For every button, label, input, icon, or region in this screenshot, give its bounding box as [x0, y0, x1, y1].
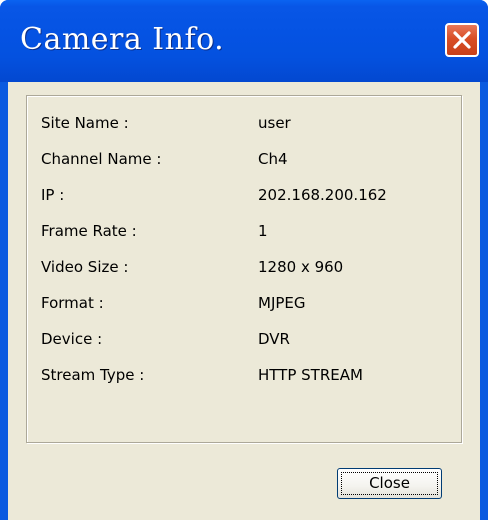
site-name-label: Site Name : [41, 114, 129, 132]
stream-type-label: Stream Type : [41, 366, 145, 384]
channel-name-value: Ch4 [258, 150, 288, 168]
format-label: Format : [41, 294, 104, 312]
channel-name-label: Channel Name : [41, 150, 162, 168]
info-row-video-size: Video Size : 1280 x 960 [27, 254, 463, 284]
close-button[interactable]: Close [337, 468, 442, 499]
dialog-body: Site Name : user Channel Name : Ch4 IP :… [8, 82, 480, 520]
close-icon [453, 31, 471, 49]
stream-type-value: HTTP STREAM [258, 366, 363, 384]
close-button-label: Close [369, 474, 410, 492]
info-row-stream-type: Stream Type : HTTP STREAM [27, 362, 463, 392]
ip-label: IP : [41, 186, 65, 204]
camera-info-window: Camera Info. Site Name : user Channel Na… [0, 0, 488, 520]
video-size-value: 1280 x 960 [258, 258, 344, 276]
info-row-format: Format : MJPEG [27, 290, 463, 320]
info-row-channel-name: Channel Name : Ch4 [27, 146, 463, 176]
frame-rate-label: Frame Rate : [41, 222, 137, 240]
info-row-site-name: Site Name : user [27, 110, 463, 140]
info-row-frame-rate: Frame Rate : 1 [27, 218, 463, 248]
window-title: Camera Info. [20, 22, 225, 57]
ip-value: 202.168.200.162 [258, 186, 387, 204]
info-group-box: Site Name : user Channel Name : Ch4 IP :… [26, 95, 462, 443]
video-size-label: Video Size : [41, 258, 129, 276]
info-row-device: Device : DVR [27, 326, 463, 356]
info-row-ip: IP : 202.168.200.162 [27, 182, 463, 212]
device-label: Device : [41, 330, 103, 348]
frame-rate-value: 1 [258, 222, 268, 240]
site-name-value: user [258, 114, 291, 132]
format-value: MJPEG [258, 294, 306, 312]
titlebar-close-button[interactable] [445, 23, 479, 57]
device-value: DVR [258, 330, 290, 348]
title-bar[interactable]: Camera Info. [0, 0, 488, 82]
